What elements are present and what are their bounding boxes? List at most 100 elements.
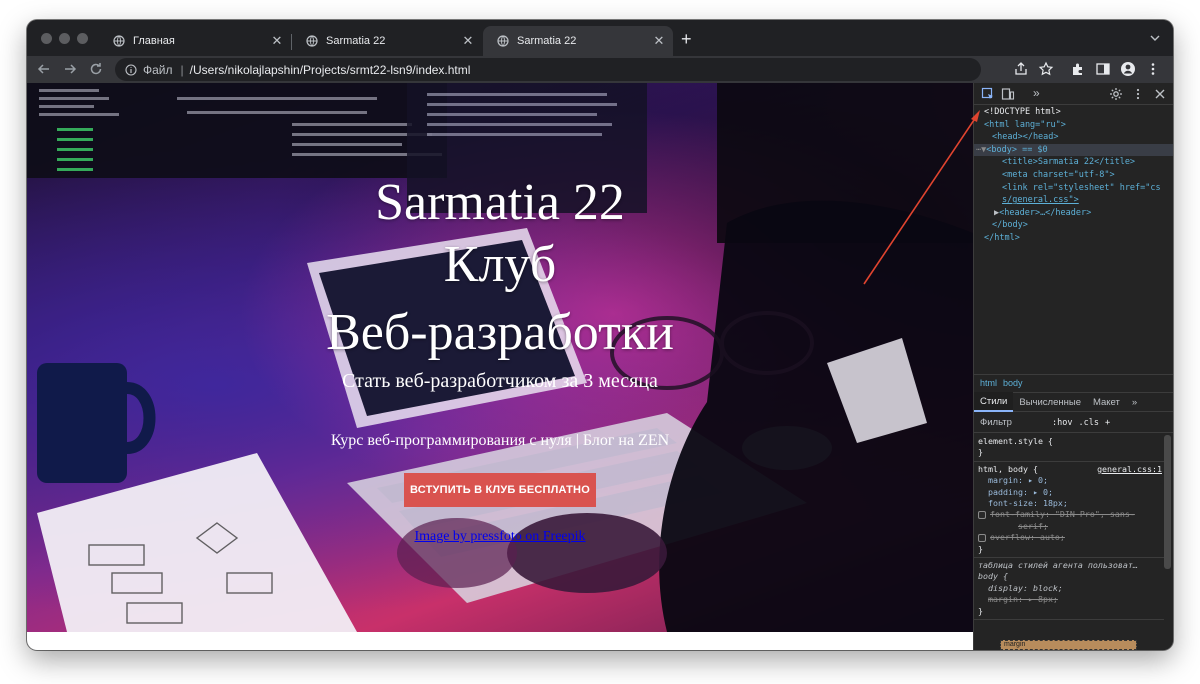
style-property: display: block; [988,582,1063,593]
property-checkbox[interactable] [978,510,986,519]
rule-close: } [978,447,983,458]
address-divider: | [180,62,184,77]
styles-scrollbar[interactable] [1164,435,1171,569]
tab-title: Sarmatia 22 [517,35,577,47]
add-rule-button[interactable]: + [1105,418,1110,428]
kebab-menu-icon[interactable] [1131,87,1145,101]
rule-element-style: element.style { } [974,434,1164,462]
dom-link[interactable]: <link rel="stylesheet" href="cs [974,182,1173,195]
web-page: Sarmatia 22 Клуб Веб-разработки Стать ве… [27,83,973,650]
globe-icon [306,35,318,47]
styles-rules: element.style { } html, body { general.cs… [974,434,1164,621]
back-arrow-icon[interactable] [35,60,53,78]
side-panel-icon[interactable] [1095,61,1111,77]
rule-selector: html, body { [978,463,1038,474]
tab-sarmatia-active[interactable]: Sarmatia 22 ✕ [483,26,673,56]
device-toolbar-icon[interactable] [1001,87,1015,101]
inspect-element-icon[interactable] [981,87,995,101]
forward-arrow-icon[interactable] [61,60,79,78]
box-model-preview: margin [1000,640,1137,650]
join-club-button[interactable]: ВСТУПИТЬ В КЛУБ БЕСПЛАТНО [404,473,596,507]
kebab-menu-icon[interactable] [1145,61,1161,77]
styles-tabbar: Стили Вычисленные Макет » [974,392,1173,412]
reload-icon[interactable] [87,60,105,78]
devtools-toolbar: » [974,83,1173,105]
close-tab-icon[interactable]: ✕ [649,33,669,49]
close-tab-icon[interactable]: ✕ [458,33,478,49]
hero-text: Sarmatia 22 Клуб Веб-разработки Стать ве… [27,83,973,632]
dom-body-selected[interactable]: ⋯▼<body> == $0 [974,143,1173,157]
image-credit-link[interactable]: Image by pressfoto on Freepik [27,529,973,545]
profile-avatar-icon[interactable] [1120,61,1136,77]
style-property[interactable]: margin: ▸ 0; [988,475,1048,485]
tab-home[interactable]: Главная ✕ [99,26,291,56]
dom-body-close[interactable]: </body> [974,219,1173,232]
style-property-disabled[interactable]: overflow: auto; [990,532,1065,542]
close-tab-icon[interactable]: ✕ [267,33,287,49]
rule-selector: body { [978,571,1008,582]
rule-close: } [978,543,983,554]
tab-styles[interactable]: Стили [974,392,1014,412]
style-property-overridden: margin: ▸ 8px; [988,594,1058,605]
tab-computed[interactable]: Вычисленные [1013,392,1087,412]
close-icon[interactable] [1153,87,1167,101]
globe-icon [113,35,125,47]
hov-toggle[interactable]: :hov [1052,418,1072,428]
content-area: Sarmatia 22 Клуб Веб-разработки Стать ве… [27,83,1173,650]
globe-icon [497,35,509,47]
style-property-disabled: serif; [1018,520,1048,531]
hero-title-line-2: Клуб [443,236,557,293]
new-tab-button[interactable]: + [681,30,692,48]
gear-icon[interactable] [1109,87,1123,101]
more-tabs-icon[interactable]: » [1126,392,1143,412]
dom-link-cont[interactable]: s/general.css"> [974,194,1173,207]
url-text[interactable]: /Users/nikolajlapshin/Projects/srmt22-ls… [190,63,471,77]
tab-title: Главная [133,35,175,47]
dom-tree: <!DOCTYPE html> <html lang="ru"> <head><… [974,106,1173,245]
dom-header[interactable]: ▶<header>…</header> [974,207,1173,220]
tab-title: Sarmatia 22 [326,35,386,47]
cls-toggle[interactable]: .cls [1078,418,1098,428]
minimize-window-button[interactable] [59,33,70,44]
zoom-window-button[interactable] [77,33,88,44]
property-checkbox[interactable] [978,533,986,542]
styles-filter-bar: Фильтр :hov .cls + [974,413,1173,433]
info-icon[interactable] [125,63,137,76]
hero-title-line-1: Sarmatia 22 [375,174,625,231]
style-property-disabled[interactable]: font-family: "DIN Pro", sans- [990,509,1135,519]
dom-html-open[interactable]: <html lang="ru"> [974,119,1173,132]
rule-source-link[interactable]: general.css:1 [1097,464,1162,475]
filter-input[interactable]: Фильтр [980,417,1046,428]
breadcrumb: html body [974,374,1173,391]
address-bar[interactable]: Файл | /Users/nikolajlapshin/Projects/sr… [115,58,981,81]
hero-subtitle: Стать веб-разработчиком за 3 месяца [342,370,658,392]
share-icon[interactable] [1013,61,1029,77]
rule-close: } [978,605,983,616]
browser-window: Главная ✕ Sarmatia 22 ✕ Sarmatia 22 ✕ + … [27,20,1173,650]
rule-user-agent-body: таблица стилей агента пользоват… body { … [974,558,1164,621]
chevron-down-icon[interactable] [1149,32,1161,44]
dom-html-close[interactable]: </html> [974,232,1173,245]
hero-title-line-3: Веб-разработки [326,304,674,361]
close-window-button[interactable] [41,33,52,44]
dom-head[interactable]: <head></head> [974,131,1173,144]
devtools-panel: » <!DOCTYPE html> <html lang="ru"> <head… [973,83,1173,650]
breadcrumb-body[interactable]: body [1003,378,1023,388]
style-property[interactable]: padding: ▸ 0; [988,487,1053,497]
breadcrumb-html[interactable]: html [980,378,997,388]
dom-doctype[interactable]: <!DOCTYPE html> [974,106,1173,119]
tab-layout[interactable]: Макет [1087,392,1126,412]
more-tabs-icon[interactable]: » [1033,86,1040,100]
dom-title[interactable]: <title>Sarmatia 22</title> [974,156,1173,169]
extensions-icon[interactable] [1070,61,1086,77]
dom-meta[interactable]: <meta charset="utf-8"> [974,169,1173,182]
user-agent-stylesheet-label: таблица стилей агента пользоват… [978,560,1138,571]
style-property[interactable]: font-size: 18px; [988,498,1068,508]
rule-html-body: html, body { general.css:1 margin: ▸ 0; p… [974,462,1164,559]
rule-selector: element.style { [978,436,1053,446]
course-link[interactable]: Курс веб-программирования с нуля | Блог … [27,431,973,451]
browser-toolbar: Файл | /Users/nikolajlapshin/Projects/sr… [27,56,1173,83]
tab-sarmatia-1[interactable]: Sarmatia 22 ✕ [292,26,482,56]
scheme-label: Файл [143,62,173,77]
star-icon[interactable] [1038,61,1054,77]
